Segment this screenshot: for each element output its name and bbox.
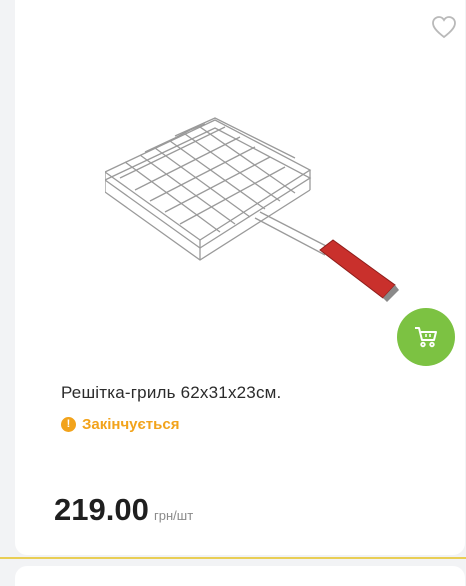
product-title[interactable]: Решітка-гриль 62х31х23см. (61, 383, 281, 403)
add-to-cart-button[interactable] (397, 308, 455, 366)
divider (0, 557, 466, 559)
stock-status: ! Закінчується (61, 416, 179, 433)
price-unit: грн/шт (154, 508, 194, 523)
heart-icon[interactable] (430, 14, 458, 40)
exclamation-icon: ! (61, 417, 76, 432)
cart-icon (415, 327, 437, 348)
grill-basket-image[interactable] (103, 100, 405, 320)
product-card[interactable]: Решітка-гриль 62х31х23см. ! Закінчується… (15, 0, 465, 555)
stock-status-label: Закінчується (82, 416, 180, 433)
product-price: 219.00 (54, 492, 149, 527)
next-product-card (15, 566, 465, 586)
